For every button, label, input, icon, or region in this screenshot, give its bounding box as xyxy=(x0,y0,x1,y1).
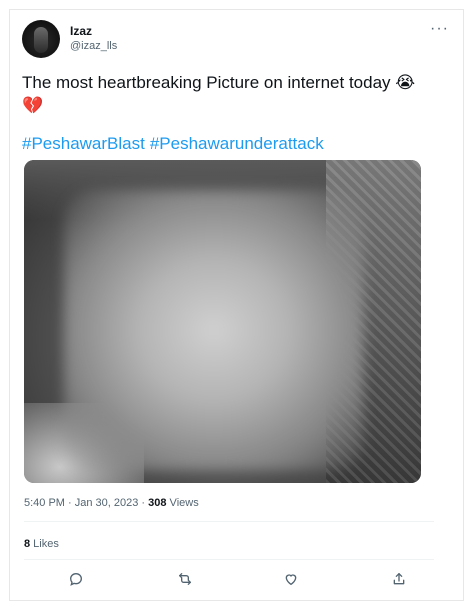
divider xyxy=(24,559,434,560)
tweet-meta: 5:40 PM · Jan 30, 2023 · 308 Views xyxy=(24,497,199,509)
likes-stat[interactable]: 8 Likes xyxy=(24,538,59,550)
reply-icon xyxy=(69,572,83,586)
action-bar xyxy=(24,565,434,593)
reply-button[interactable] xyxy=(62,565,90,593)
timestamp[interactable]: 5:40 PM · Jan 30, 2023 · xyxy=(24,497,148,509)
hashtag-peshawarblast[interactable]: #PeshawarBlast xyxy=(22,134,145,153)
author-handle[interactable]: @izaz_lls xyxy=(70,40,117,52)
views-label: Views xyxy=(166,497,199,509)
views-count: 308 xyxy=(148,497,167,509)
tweet-text-body: The most heartbreaking Picture on intern… xyxy=(22,73,391,92)
retweet-icon xyxy=(179,573,191,585)
hashtag-peshawarunderattack[interactable]: #Peshawarunderattack xyxy=(150,134,324,153)
more-icon[interactable]: ··· xyxy=(430,20,449,38)
crying-face-emoji: 😭 xyxy=(395,73,416,92)
share-icon xyxy=(393,573,405,585)
broken-heart-emoji: 💔 xyxy=(22,96,44,115)
tweet-image[interactable] xyxy=(24,160,421,483)
share-button[interactable] xyxy=(385,565,413,593)
tweet-text: The most heartbreaking Picture on intern… xyxy=(22,71,442,117)
hashtags: #PeshawarBlast #Peshawarunderattack xyxy=(22,134,329,154)
divider xyxy=(24,521,434,522)
avatar[interactable] xyxy=(22,20,60,58)
like-button[interactable] xyxy=(277,565,305,593)
heart-icon xyxy=(285,574,297,586)
retweet-button[interactable] xyxy=(171,565,199,593)
blurred-content xyxy=(64,190,364,470)
likes-label: Likes xyxy=(30,538,59,550)
author-name[interactable]: Izaz xyxy=(70,24,92,38)
